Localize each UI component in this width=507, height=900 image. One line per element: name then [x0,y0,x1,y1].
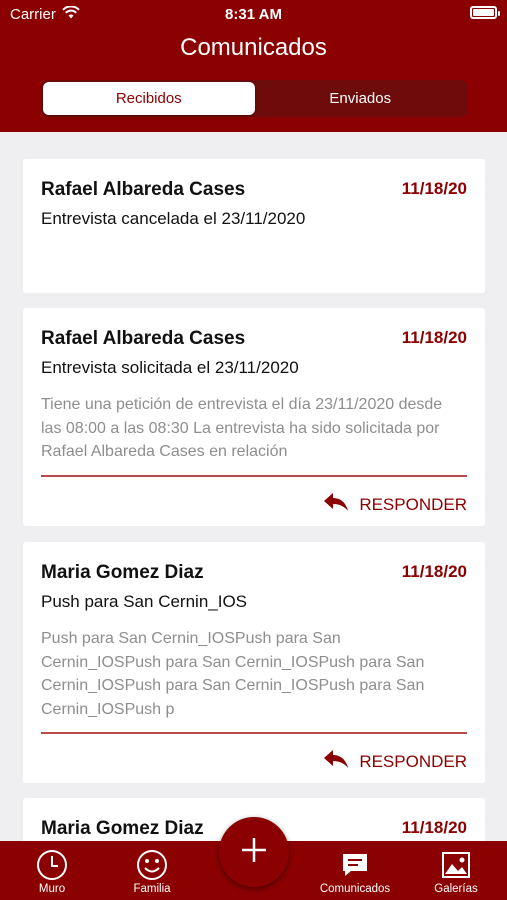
reply-button[interactable]: RESPONDER [323,749,467,774]
message-date: 11/18/20 [401,328,467,347]
segmented-control: Recibidos Enviados [41,80,468,117]
reply-icon [323,492,349,517]
message-subject: Push para San Cernin_IOS [41,592,248,611]
plus-icon [240,836,268,869]
message-sender: Rafael Albareda Cases [41,179,246,200]
message-date: 11/18/20 [401,179,467,198]
tab-familia[interactable]: Familia [122,841,182,900]
tab-galerias[interactable]: Galerías [426,841,486,900]
tab-label: Galerías [434,883,478,895]
message-preview: Tiene una petición de entrevista el día … [41,396,443,460]
image-icon [441,848,471,882]
tab-muro[interactable]: Muro [22,841,82,900]
tab-label: Muro [38,883,66,895]
status-time: 8:31 AM [225,6,282,23]
message-date: 11/18/20 [401,562,467,581]
reply-icon [323,749,349,774]
reply-label: RESPONDER [359,751,467,771]
clock-icon [36,848,68,882]
smiley-icon [136,848,168,882]
message-card[interactable]: Rafael Albareda Cases 11/18/20 Entrevist… [23,308,485,526]
tab-label: Familia [133,883,171,895]
card-divider [41,475,467,477]
message-sender: Rafael Albareda Cases [41,328,246,349]
header: Carrier 8:31 AM Comunicados Recibidos En… [0,0,507,132]
battery-icon [470,6,500,19]
message-card[interactable]: Rafael Albareda Cases 11/18/20 Entrevist… [23,159,485,293]
reply-label: RESPONDER [359,494,467,514]
message-date: 11/18/20 [401,818,467,837]
message-subject: Entrevista cancelada el 23/11/2020 [41,209,306,228]
tab-comunicados[interactable]: Comunicados [309,841,401,900]
message-subject: Entrevista solicitada el 23/11/2020 [41,358,299,377]
message-preview: Push para San Cernin_IOSPush para San Ce… [41,630,425,718]
reply-button[interactable]: RESPONDER [323,492,467,517]
card-divider [41,732,467,734]
message-sender: Maria Gomez Diaz [41,562,204,583]
compose-button[interactable] [219,817,289,887]
segment-recibidos[interactable]: Recibidos [43,82,255,115]
message-icon [341,848,369,882]
page-title: Comunicados [180,34,327,61]
tab-label: Comunicados [319,883,391,895]
segment-enviados[interactable]: Enviados [255,82,467,115]
message-sender: Maria Gomez Diaz [41,818,204,839]
status-bar: Carrier 8:31 AM [0,0,507,28]
message-card[interactable]: Maria Gomez Diaz 11/18/20 Push para San … [23,542,485,783]
